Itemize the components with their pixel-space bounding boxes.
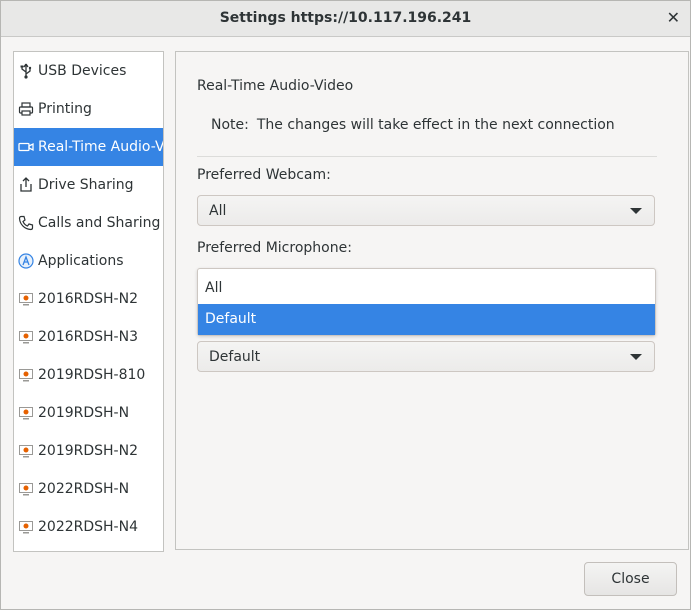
sidebar-item-real-time-audio-video[interactable]: Real-Time Audio-Video — [14, 128, 163, 166]
sidebar-item-label: Drive Sharing — [38, 177, 134, 193]
sidebar-item-usb-devices[interactable]: USB Devices — [14, 52, 163, 90]
settings-window: Settings https://10.117.196.241 ✕ USB De… — [0, 0, 691, 610]
sidebar-item-printing[interactable]: Printing — [14, 90, 163, 128]
window-title: Settings https://10.117.196.241 — [219, 10, 472, 26]
sidebar-item-label: Calls and Sharing — [38, 215, 161, 231]
sidebar-item-2016rdsh-n2[interactable]: 2016RDSH-N2 — [14, 280, 163, 318]
sidebar-item-label: 2019RDSH-N2 — [38, 443, 138, 459]
printer-icon — [18, 101, 34, 117]
webcam-dropdown-value: All — [209, 203, 227, 219]
sidebar-item-label: 2019RDSH-810 — [38, 367, 146, 383]
webcam-label: Preferred Webcam: — [197, 167, 331, 183]
applications-icon — [18, 253, 34, 269]
sidebar-item-2019rdsh-810[interactable]: 2019RDSH-810 — [14, 356, 163, 394]
speaker-dropdown[interactable]: Default — [197, 341, 655, 372]
sidebar-item-2016rdsh-n3[interactable]: 2016RDSH-N3 — [14, 318, 163, 356]
sidebar-item-label: USB Devices — [38, 63, 127, 79]
connection-note: Note: The changes will take effect in the… — [211, 117, 615, 133]
sidebar-item-2019rdsh-n2[interactable]: 2019RDSH-N2 — [14, 432, 163, 470]
remote-desktop-icon — [18, 519, 34, 535]
remote-desktop-icon — [18, 291, 34, 307]
microphone-option-default[interactable]: Default — [198, 304, 655, 335]
sidebar-item-label: 2016RDSH-N2 — [38, 291, 138, 307]
sidebar-item-label: Applications — [38, 253, 124, 269]
option-label: All — [205, 280, 223, 296]
remote-desktop-icon — [18, 329, 34, 345]
title-bar: Settings https://10.117.196.241 ✕ — [1, 1, 690, 37]
sidebar-item-2022rdsh-n[interactable]: 2022RDSH-N — [14, 470, 163, 508]
sidebar-item-label: Printing — [38, 101, 92, 117]
webcam-dropdown[interactable]: All — [197, 195, 655, 226]
option-label: Default — [205, 311, 257, 327]
sidebar-item-label: 2022RDSH-N4 — [38, 519, 138, 535]
note-label: Note: — [211, 117, 249, 133]
camera-icon — [18, 139, 34, 155]
remote-desktop-icon — [18, 481, 34, 497]
sidebar-item-label: 2016RDSH-N3 — [38, 329, 138, 345]
sidebar-item-2019rdsh-n[interactable]: 2019RDSH-N — [14, 394, 163, 432]
microphone-option-all[interactable]: All — [198, 273, 655, 304]
note-text: The changes will take effect in the next… — [256, 117, 615, 133]
close-button[interactable]: Close — [584, 562, 677, 596]
sidebar-item-label: 2022RDSH-N — [38, 481, 130, 497]
share-icon — [18, 177, 34, 193]
speaker-dropdown-value: Default — [209, 349, 261, 365]
phone-icon — [18, 215, 34, 231]
settings-panel: Real-Time Audio-Video Note: The changes w… — [175, 51, 689, 550]
sidebar-item-2022rdsh-n4[interactable]: 2022RDSH-N4 — [14, 508, 163, 546]
separator — [197, 156, 657, 157]
sidebar-item-calls-and-sharing[interactable]: Calls and Sharing — [14, 204, 163, 242]
panel-title: Real-Time Audio-Video — [197, 78, 354, 94]
sidebar-item-applications[interactable]: Applications — [14, 242, 163, 280]
sidebar-item-label: 2019RDSH-N — [38, 405, 130, 421]
usb-icon — [18, 63, 34, 79]
sidebar: USB Devices Printing Real-Time Audio-Vid… — [13, 51, 164, 552]
window-close-icon[interactable]: ✕ — [667, 9, 680, 27]
sidebar-item-label: Real-Time Audio-Video — [38, 139, 163, 155]
microphone-label: Preferred Microphone: — [197, 240, 352, 256]
sidebar-item-drive-sharing[interactable]: Drive Sharing — [14, 166, 163, 204]
microphone-dropdown-popup: All Default — [197, 268, 656, 336]
dropdown-arrow-icon — [630, 208, 642, 214]
remote-desktop-icon — [18, 443, 34, 459]
remote-desktop-icon — [18, 367, 34, 383]
remote-desktop-icon — [18, 405, 34, 421]
dropdown-arrow-icon — [630, 354, 642, 360]
